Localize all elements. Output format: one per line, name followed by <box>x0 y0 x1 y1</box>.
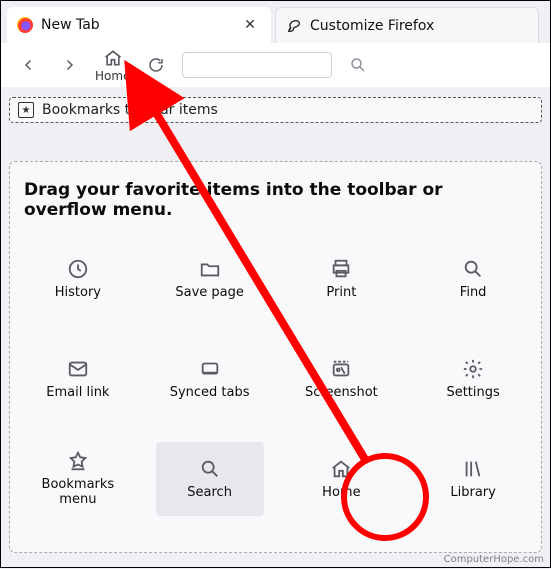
tab-new-tab[interactable]: New Tab ✕ <box>7 7 271 43</box>
toolbar-item-label: Library <box>450 486 495 501</box>
toolbar-item-screenshot[interactable]: Screenshot <box>288 342 396 416</box>
bookmarks-toolbar-label: Bookmarks toolbar items <box>42 102 218 118</box>
toolbar-item-email-link[interactable]: Email link <box>24 342 132 416</box>
toolbar-items-grid: History Save page Print Find Email link Synce… <box>24 242 527 516</box>
toolbar-item-library[interactable]: Library <box>419 442 527 516</box>
url-bar[interactable] <box>182 52 332 78</box>
forward-button[interactable] <box>55 51 83 79</box>
toolbar-item-history[interactable]: History <box>24 242 132 316</box>
toolbar-item-save-page[interactable]: Save page <box>156 242 264 316</box>
library-icon <box>462 458 484 480</box>
navigation-toolbar: Home <box>1 43 550 87</box>
toolbar-item-label: Save page <box>175 286 244 301</box>
tab-label: Customize Firefox <box>310 18 528 34</box>
paintbrush-icon <box>286 18 302 34</box>
reload-button[interactable] <box>142 51 170 79</box>
mail-icon <box>67 358 89 380</box>
toolbar-item-label: Bookmarks menu <box>26 478 130 508</box>
dropzone-title: Drag your favorite items into the toolba… <box>24 180 527 220</box>
back-button[interactable] <box>15 51 43 79</box>
attribution-text: ComputerHope.com <box>444 554 544 565</box>
folder-icon <box>199 258 221 280</box>
toolbar-item-label: Settings <box>446 386 499 401</box>
toolbar-item-label: Screenshot <box>305 386 378 401</box>
toolbar-item-print[interactable]: Print <box>288 242 396 316</box>
magnifier-icon <box>199 458 221 480</box>
toolbar-item-label: Home <box>322 486 360 501</box>
close-tab-button[interactable]: ✕ <box>239 14 261 36</box>
magnifier-icon <box>462 258 484 280</box>
toolbar-item-label: Find <box>460 286 487 301</box>
toolbar-item-find[interactable]: Find <box>419 242 527 316</box>
tab-label: New Tab <box>41 17 231 33</box>
customize-dropzone[interactable]: Drag your favorite items into the toolba… <box>9 161 542 553</box>
bookmarks-star-icon: ★ <box>18 102 34 118</box>
bookmarks-toolbar-dropzone[interactable]: ★ Bookmarks toolbar items <box>9 97 542 123</box>
toolbar-item-settings[interactable]: Settings <box>419 342 527 416</box>
toolbar-item-bookmarks-menu[interactable]: Bookmarks menu <box>24 442 132 516</box>
home-button-label: Home <box>95 69 130 83</box>
home-icon <box>103 48 123 68</box>
search-button[interactable] <box>344 51 372 79</box>
scissors-icon <box>330 358 352 380</box>
firefox-logo-icon <box>17 17 33 33</box>
toolbar-item-label: Print <box>326 286 356 301</box>
device-icon <box>199 358 221 380</box>
toolbar-item-label: Email link <box>46 386 109 401</box>
toolbar-item-home[interactable]: Home <box>288 442 396 516</box>
tab-customize[interactable]: Customize Firefox <box>275 7 539 43</box>
clock-icon <box>67 258 89 280</box>
toolbar-item-label: Synced tabs <box>170 386 250 401</box>
toolbar-item-label: History <box>55 286 101 301</box>
home-button[interactable]: Home <box>95 48 130 83</box>
printer-icon <box>330 258 352 280</box>
tab-strip: New Tab ✕ Customize Firefox <box>1 1 550 43</box>
star-menu-icon <box>67 450 89 472</box>
toolbar-item-label: Search <box>187 486 232 501</box>
gear-icon <box>462 358 484 380</box>
home-icon <box>330 458 352 480</box>
toolbar-item-synced-tabs[interactable]: Synced tabs <box>156 342 264 416</box>
toolbar-item-search[interactable]: Search <box>156 442 264 516</box>
